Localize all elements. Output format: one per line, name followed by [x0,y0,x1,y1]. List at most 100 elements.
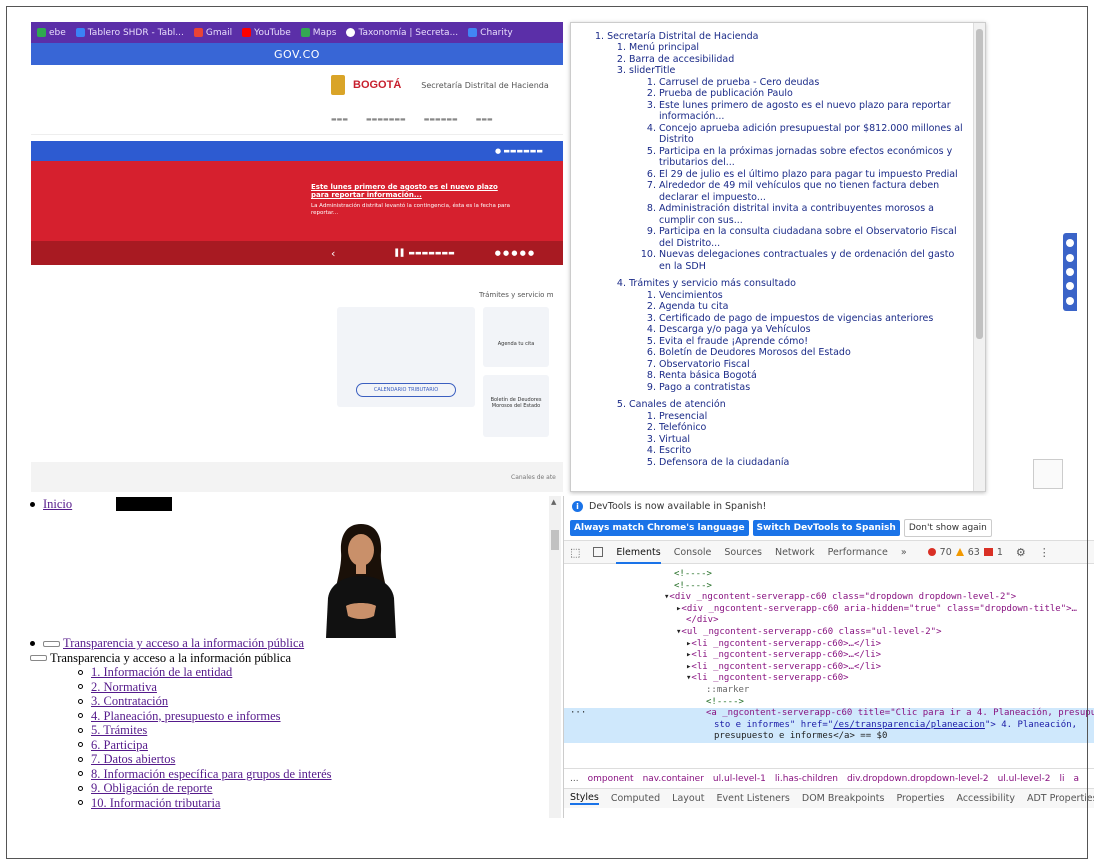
outline-subitem[interactable]: Este lunes primero de agosto es el nuevo… [659,100,967,123]
styles-tab[interactable]: Layout [672,793,704,804]
submenu-link[interactable]: 7. Datos abiertos [91,752,175,767]
issue-counters[interactable]: 70 63 1 [927,547,1003,558]
outline-section-title[interactable]: 1. Secretaría Distrital de Hacienda [595,31,967,42]
outline-item[interactable]: Menú principal [629,42,967,54]
outline-subitem[interactable]: Prueba de publicación Paulo [659,88,967,100]
bookmark[interactable]: YouTube [242,28,291,38]
outline-subitem[interactable]: Nuevas delegaciones contractuales y de o… [659,249,967,272]
carousel-headline[interactable]: Este lunes primero de agosto es el nuevo… [311,183,511,199]
styles-tab[interactable]: Computed [611,793,660,804]
bookmark[interactable]: Taxonomía | Secreta... [346,28,458,38]
outline-subitem[interactable]: Renta básica Bogotá [659,370,967,382]
selected-dom-node[interactable]: ··· <a _ngcontent-serverapp-c60 title="Cl… [564,708,1094,743]
bookmark[interactable]: Gmail [193,28,232,38]
scrollbar-thumb[interactable] [551,530,559,550]
zoom-in-icon[interactable] [1066,267,1074,276]
outline-subitem[interactable]: Defensora de la ciudadanía [659,457,967,469]
styles-tab[interactable]: Styles [570,792,599,805]
breadcrumb-item[interactable]: ... [570,774,579,784]
submenu-link[interactable]: 2. Normativa [91,680,157,695]
govco-logo[interactable]: GOV.CO [274,48,320,61]
carousel-dots[interactable]: ● ● ● ● ● [495,249,534,257]
tab-sources[interactable]: Sources [724,547,762,558]
outline-item[interactable]: Canales de atenciónPresencialTelefónicoV… [629,399,967,468]
outline-subitem[interactable]: Boletín de Deudores Morosos del Estado [659,347,967,359]
more-tabs-icon[interactable]: » [901,547,907,558]
outline-subitem[interactable]: Concejo aprueba adición presupuestal por… [659,123,967,146]
zoom-out-icon[interactable] [1066,282,1074,291]
outline-subitem[interactable]: Carrusel de prueba - Cero deudas [659,77,967,89]
styles-tab[interactable]: Event Listeners [716,793,789,804]
accessibility-icon[interactable] [1066,239,1074,248]
breadcrumb-item[interactable]: li.has-children [775,774,838,784]
breadcrumb-item[interactable]: omponent [588,774,634,784]
styles-tab[interactable]: ADT Properties [1027,793,1094,804]
tramite-card-boletin[interactable]: Boletín de Deudores Morosos del Estado [483,375,549,437]
dom-node[interactable]: <!----> [564,569,1094,581]
dom-node[interactable]: <!----> [564,581,1094,593]
tramite-card-agenda[interactable]: Agenda tu cita [483,307,549,367]
dom-node[interactable]: ▸<li _ngcontent-serverapp-c60>…</li> [564,650,1094,662]
submenu-link[interactable]: 9. Obligación de reporte [91,781,212,796]
alert-bar[interactable]: ● ▬▬▬▬▬▬ [31,141,563,161]
match-language-button[interactable]: Always match Chrome's language [570,520,749,536]
carousel-slide[interactable]: Este lunes primero de agosto es el nuevo… [31,161,563,241]
outline-item[interactable]: Trámites y servicio más consultadoVencim… [629,278,967,393]
breadcrumb-item[interactable]: li [1060,774,1065,784]
inspect-icon[interactable]: ⬚ [570,546,580,559]
outline-subitem[interactable]: Observatorio Fiscal [659,359,967,371]
nav-item[interactable]: ▬▬▬▬▬▬▬ [366,116,406,123]
tab-elements[interactable]: Elements [616,547,661,564]
bookmark[interactable]: ebe [37,28,66,38]
nav-item[interactable]: ▬▬▬▬▬▬ [424,116,458,123]
dont-show-again-button[interactable]: Don't show again [903,519,992,537]
submenu-link[interactable]: 6. Participa [91,738,148,753]
outline-subitem[interactable]: Administración distrital invita a contri… [659,203,967,226]
outline-subitem[interactable]: Pago a contratistas [659,382,967,394]
outline-subitem[interactable]: Descarga y/o paga ya Vehículos [659,324,967,336]
outline-subitem[interactable]: Virtual [659,434,967,446]
dom-node[interactable]: ▾<ul _ngcontent-serverapp-c60 class="ul-… [564,627,1094,639]
pause-carousel-button[interactable]: ▌▌ ▬▬▬▬▬▬▬ [395,249,454,257]
outline-item[interactable]: Barra de accesibilidad [629,54,967,66]
bookmark[interactable]: Maps [300,28,336,38]
styles-tab[interactable]: DOM Breakpoints [802,793,885,804]
sign-language-icon[interactable] [1066,296,1074,305]
dom-node[interactable]: <!----> [564,697,1094,709]
submenu-link[interactable]: 1. Información de la entidad [91,665,232,680]
outline-subitem[interactable]: Participa en la próximas jornadas sobre … [659,146,967,169]
bogota-logo[interactable]: BOGOTÁ [353,79,401,91]
outline-subitem[interactable]: Evita el fraude ¡Aprende cómo! [659,336,967,348]
tab-network[interactable]: Network [775,547,815,558]
dom-node[interactable]: ▸<li _ngcontent-serverapp-c60>…</li> [564,639,1094,651]
outline-scrollbar[interactable] [973,23,985,491]
outline-subitem[interactable]: El 29 de julio es el último plazo para p… [659,169,967,181]
dom-node[interactable]: </div> [564,615,1094,627]
submenu-link[interactable]: 4. Planeación, presupuesto e informes [91,709,281,724]
dom-node[interactable]: ▾<div _ngcontent-serverapp-c60 class="dr… [564,592,1094,604]
scroll-up-icon[interactable]: ▲ [551,498,556,506]
href-link[interactable]: /es/transparencia/planeacion [833,720,985,730]
tab-performance[interactable]: Performance [828,547,888,558]
transparencia-link[interactable]: Transparencia y acceso a la información … [43,636,304,651]
styles-tab[interactable]: Accessibility [956,793,1014,804]
submenu-link[interactable]: 8. Información específica para grupos de… [91,767,332,782]
breadcrumb-item[interactable]: nav.container [643,774,704,784]
submenu-link[interactable]: 5. Trámites [91,723,147,738]
outline-item[interactable]: sliderTitleCarrusel de prueba - Cero deu… [629,65,967,272]
device-toggle-icon[interactable] [593,547,604,557]
scrollbar-thumb[interactable] [976,29,983,339]
inicio-link[interactable]: Inicio [43,497,72,512]
submenu-link[interactable]: 10. Información tributaria [91,796,220,811]
outline-subitem[interactable]: Telefónico [659,422,967,434]
breadcrumb-item[interactable]: div.dropdown.dropdown-level-2 [847,774,989,784]
gear-icon[interactable]: ⚙ [1016,546,1026,559]
contrast-icon[interactable] [1066,253,1074,262]
switch-language-button[interactable]: Switch DevTools to Spanish [752,520,900,536]
dom-node[interactable]: ::marker [564,685,1094,697]
submenu-link[interactable]: 3. Contratación [91,694,168,709]
bookmark[interactable]: Tablero SHDR - Tabl... [75,28,184,38]
dom-node[interactable]: ▸<div _ngcontent-serverapp-c60 aria-hidd… [564,604,1094,616]
outline-subitem[interactable]: Certificado de pago de impuestos de vige… [659,313,967,325]
breadcrumb-item[interactable]: ul.ul-level-2 [998,774,1051,784]
